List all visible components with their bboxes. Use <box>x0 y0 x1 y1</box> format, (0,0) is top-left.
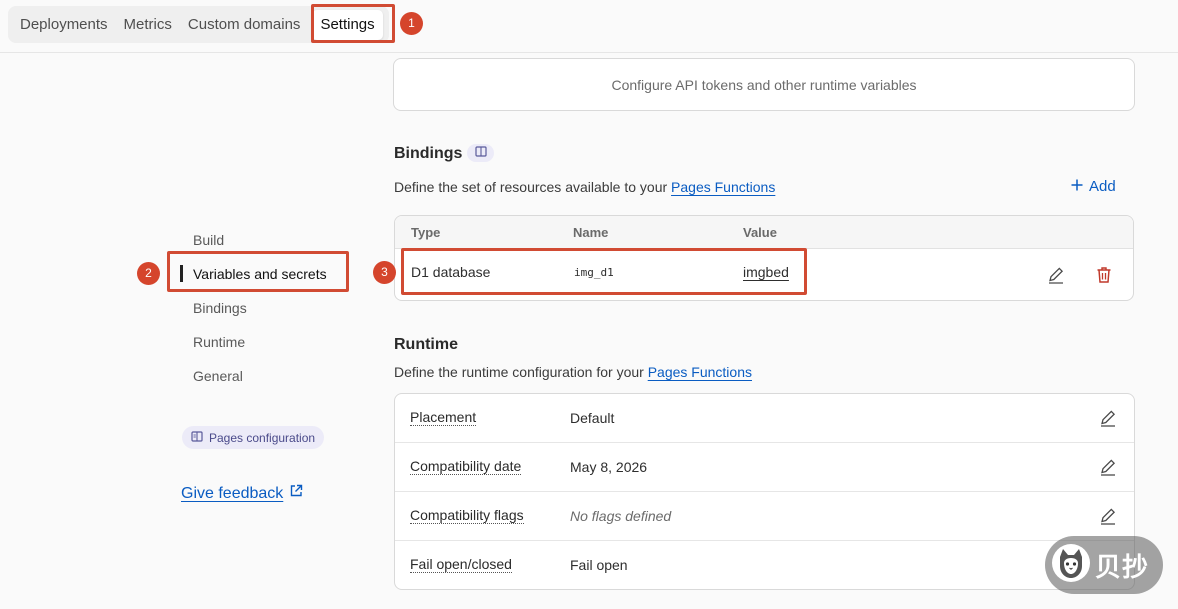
runtime-title: Runtime <box>394 336 458 353</box>
give-feedback-link[interactable]: Give feedback <box>181 484 303 503</box>
bindings-description-text: Define the set of resources available to… <box>394 179 672 195</box>
edit-binding-button[interactable] <box>1046 265 1066 285</box>
pages-functions-link[interactable]: Pages Functions <box>648 364 752 380</box>
pencil-icon <box>1098 508 1118 530</box>
table-row: Compatibility flags No flags defined <box>395 492 1134 541</box>
compatibility-date-value: May 8, 2026 <box>570 459 648 475</box>
sidebar-item-build[interactable]: Build <box>193 232 224 248</box>
tab-custom-domains[interactable]: Custom domains <box>180 10 309 40</box>
fail-open-closed-label: Fail open/closed <box>410 556 512 573</box>
table-row: Compatibility date May 8, 2026 <box>395 443 1134 492</box>
column-name: Name <box>573 225 609 240</box>
sidebar-item-runtime[interactable]: Runtime <box>193 334 245 350</box>
bindings-table: Type Name Value D1 database img_d1 imgbe… <box>394 215 1134 301</box>
annotation-badge-2: 2 <box>137 262 160 285</box>
edit-compatibility-date-button[interactable] <box>1098 457 1118 477</box>
bindings-title: Bindings <box>394 145 463 162</box>
compatibility-flags-label: Compatibility flags <box>410 507 524 524</box>
table-row: Placement Default <box>395 394 1134 443</box>
pages-configuration-label: Pages configuration <box>209 430 316 445</box>
compatibility-date-label: Compatibility date <box>410 458 522 475</box>
annotation-badge-3: 3 <box>373 261 396 284</box>
external-link-icon <box>289 484 303 503</box>
column-type: Type <box>411 225 441 240</box>
environment-variables-card: Configure API tokens and other runtime v… <box>393 58 1135 111</box>
watermark: 贝抄 <box>1045 536 1163 594</box>
table-row: Fail open/closed Fail open <box>395 541 1134 590</box>
fail-open-closed-value: Fail open <box>570 557 628 573</box>
pages-configuration-link[interactable]: Pages configuration <box>182 426 325 449</box>
cat-logo-icon <box>1051 543 1091 588</box>
sidebar-item-variables-and-secrets[interactable]: Variables and secrets <box>193 266 327 282</box>
pencil-icon <box>1046 267 1066 289</box>
pencil-icon <box>1098 459 1118 481</box>
add-binding-button[interactable]: Add <box>1071 178 1116 195</box>
binding-value-link[interactable]: imgbed <box>743 264 789 280</box>
column-value: Value <box>743 225 777 240</box>
bindings-table-header: Type Name Value <box>395 216 1133 249</box>
trash-icon <box>1094 267 1114 289</box>
tab-deployments[interactable]: Deployments <box>12 10 116 40</box>
tab-settings[interactable]: Settings <box>312 9 383 40</box>
bindings-docs-button[interactable] <box>467 144 494 162</box>
add-binding-label: Add <box>1089 178 1116 195</box>
binding-type: D1 database <box>411 264 491 280</box>
runtime-description: Define the runtime configuration for you… <box>394 364 752 380</box>
compatibility-flags-value: No flags defined <box>570 508 672 524</box>
placement-value: Default <box>570 410 615 426</box>
settings-tabs: Deployments Metrics Custom domains Setti… <box>8 6 389 43</box>
sidebar-item-general[interactable]: General <box>193 368 243 384</box>
pages-functions-link[interactable]: Pages Functions <box>671 179 775 195</box>
plus-icon <box>1071 178 1083 195</box>
runtime-settings-table: Placement Default Compatibility date May… <box>394 393 1135 590</box>
bindings-description: Define the set of resources available to… <box>394 179 775 195</box>
runtime-description-text: Define the runtime configuration for you… <box>394 364 648 380</box>
tab-metrics[interactable]: Metrics <box>116 10 180 40</box>
pencil-icon <box>1098 410 1118 432</box>
book-icon <box>474 144 487 162</box>
active-indicator <box>180 265 183 282</box>
delete-binding-button[interactable] <box>1094 265 1114 285</box>
sidebar-item-bindings[interactable]: Bindings <box>193 300 247 316</box>
give-feedback-label: Give feedback <box>181 484 284 502</box>
top-bar: Deployments Metrics Custom domains Setti… <box>0 0 1178 53</box>
book-icon <box>191 430 203 445</box>
environment-variables-text: Configure API tokens and other runtime v… <box>611 76 917 93</box>
placement-label: Placement <box>410 409 477 426</box>
watermark-text: 贝抄 <box>1095 551 1150 582</box>
binding-name: img_d1 <box>574 266 614 279</box>
edit-placement-button[interactable] <box>1098 408 1118 428</box>
edit-compatibility-flags-button[interactable] <box>1098 506 1118 526</box>
annotation-badge-1: 1 <box>400 12 423 35</box>
